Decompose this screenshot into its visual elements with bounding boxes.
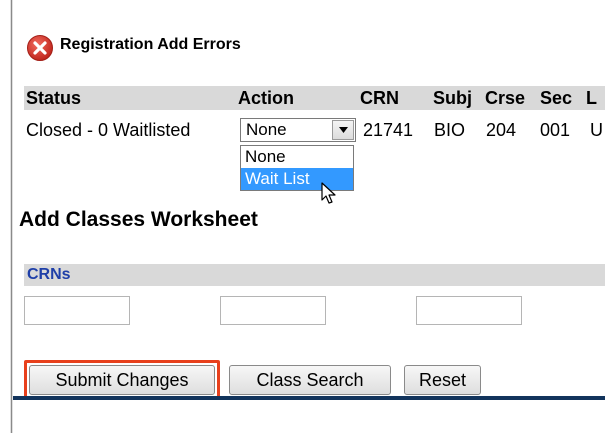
chevron-down-icon	[339, 127, 348, 133]
class-search-button[interactable]: Class Search	[229, 365, 391, 395]
header-extra: L	[586, 88, 597, 108]
row-sec: 001	[540, 120, 571, 140]
row-crse: 204	[486, 120, 517, 140]
error-x-circle-icon	[27, 35, 53, 61]
registration-page: Registration Add Errors Status Action CR…	[0, 0, 605, 433]
select-dropdown-button[interactable]	[332, 120, 354, 140]
crn-header-bar: CRNs	[24, 264, 605, 286]
row-subj: BIO	[434, 120, 466, 140]
crn-input-3[interactable]	[416, 296, 522, 325]
table-header-row: Status Action CRN Subj Crse Sec L	[24, 86, 605, 110]
action-select[interactable]: None	[240, 118, 356, 142]
crn-label: CRNs	[27, 266, 71, 283]
header-status: Status	[26, 88, 82, 108]
row-extra: U	[590, 120, 603, 140]
bottom-divider	[13, 396, 605, 400]
submit-highlight-box	[24, 360, 220, 400]
crn-input-1[interactable]	[24, 296, 130, 325]
mouse-pointer-icon	[321, 182, 336, 204]
option-none[interactable]: None	[241, 146, 353, 168]
error-heading: Registration Add Errors	[26, 34, 241, 62]
header-action: Action	[238, 88, 294, 108]
row-status: Closed - 0 Waitlisted	[26, 120, 191, 140]
error-title: Registration Add Errors	[60, 36, 241, 53]
row-crn: 21741	[363, 120, 414, 140]
header-crn: CRN	[360, 88, 399, 108]
worksheet-title: Add Classes Worksheet	[19, 208, 258, 231]
header-crse: Crse	[485, 88, 526, 108]
reset-button[interactable]: Reset	[404, 365, 481, 395]
header-sec: Sec	[540, 88, 573, 108]
left-frame-border	[10, 0, 13, 433]
action-select-value: None	[246, 120, 287, 139]
crn-input-2[interactable]	[220, 296, 326, 325]
header-subj: Subj	[433, 88, 472, 108]
